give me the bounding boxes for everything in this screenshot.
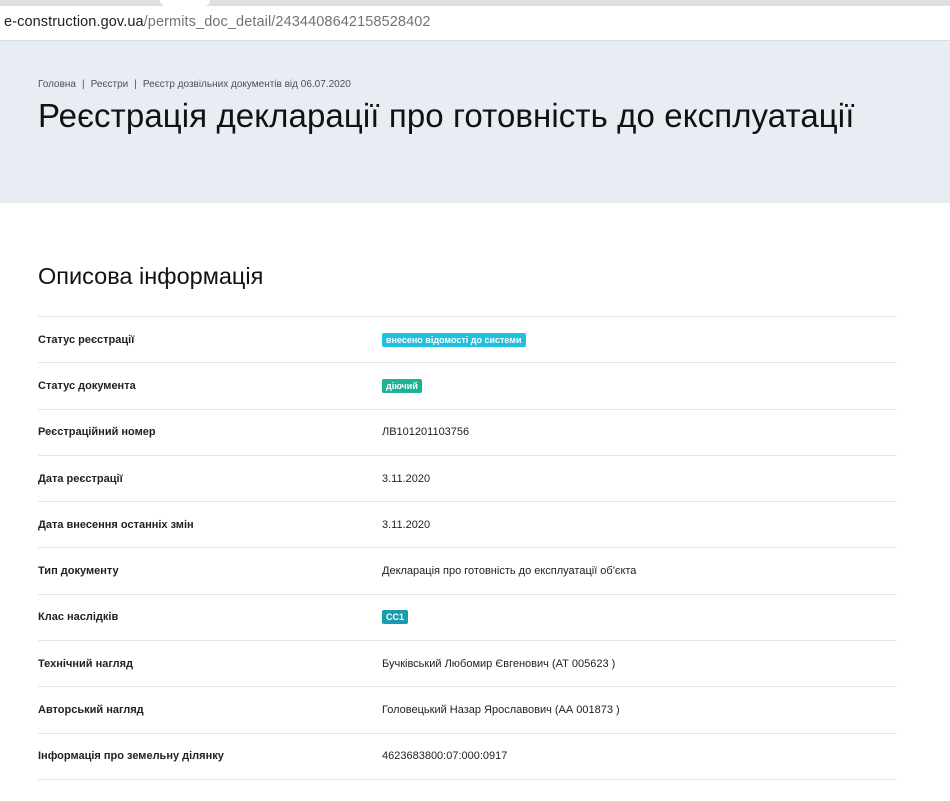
page-header: Головна | Реєстри | Реєстр дозвільних докуме…	[0, 41, 950, 203]
info-label: Авторський нагляд	[38, 704, 144, 717]
info-value: ЛВ101201103756	[382, 426, 470, 439]
info-value: внесено відомості до системи	[382, 332, 526, 347]
info-row: Тип документу Декларація про готовність д…	[38, 548, 897, 595]
url-text[interactable]: e-construction.gov.ua/permits_doc_detail…	[4, 14, 431, 30]
info-value: СС1	[382, 610, 409, 625]
url-host: e-construction.gov.ua	[4, 14, 144, 30]
info-row: Статус документа діючий	[38, 363, 897, 410]
info-label: Клас наслідків	[38, 611, 119, 624]
info-row: Клас наслідків СС1	[38, 595, 897, 642]
breadcrumb-permits-registry-link[interactable]: Реєстр дозвільних документів від 06.07.2…	[143, 79, 351, 90]
status-badge: СС1	[382, 610, 409, 625]
info-row: Статус реєстрації внесено відомості до си…	[38, 317, 897, 364]
status-badge: внесено відомості до системи	[382, 332, 526, 347]
info-value: Бучківський Любомир Євгенович (АТ 005623…	[382, 657, 616, 670]
page-title: Реєстрація декларації про готовність до …	[38, 97, 855, 134]
info-row: Дата внесення останніх змін 3.11.2020	[38, 502, 897, 549]
info-label: Статус реєстрації	[38, 333, 135, 346]
breadcrumb-registries-link[interactable]: Реєстри	[91, 79, 129, 90]
breadcrumb: Головна | Реєстри | Реєстр дозвільних докуме…	[38, 79, 351, 90]
browser-address-bar[interactable]: e-construction.gov.ua/permits_doc_detail…	[0, 6, 950, 41]
section-title: Описова інформація	[38, 263, 264, 289]
info-label: Статус документа	[38, 379, 136, 392]
info-row: Реєстраційний номер ЛВ101201103756	[38, 410, 897, 456]
info-value: 3.11.2020	[382, 518, 431, 531]
info-value: діючий	[382, 378, 422, 393]
breadcrumb-home-link[interactable]: Головна	[38, 79, 76, 90]
info-label: Тип документу	[38, 565, 119, 578]
info-label: Інформація про земельну ділянку	[38, 750, 224, 763]
info-row: Інформація про земельну ділянку 462368380…	[38, 734, 897, 780]
url-path: /permits_doc_detail/2434408642158528402	[143, 14, 431, 30]
info-row: Дата реєстрації 3.11.2020	[38, 456, 897, 503]
info-label: Дата реєстрації	[38, 472, 123, 485]
breadcrumb-separator: |	[134, 79, 137, 90]
info-table: Статус реєстрації внесено відомості до си…	[38, 316, 897, 780]
breadcrumb-separator: |	[82, 79, 85, 90]
info-value: Головецький Назар Ярославович (АА 001873…	[382, 704, 620, 717]
info-row: Технічний нагляд Бучківський Любомир Євге…	[38, 641, 897, 688]
status-badge: діючий	[382, 378, 422, 393]
info-value: 3.11.2020	[382, 472, 431, 485]
info-row: Авторський нагляд Головецький Назар Яросл…	[38, 687, 897, 734]
info-label: Технічний нагляд	[38, 657, 134, 670]
info-value: 4623683800:07:000:0917	[382, 750, 508, 763]
info-value: Декларація про готовність до експлуатаці…	[382, 565, 637, 578]
info-label: Дата внесення останніх змін	[38, 518, 194, 531]
info-label: Реєстраційний номер	[38, 426, 156, 439]
